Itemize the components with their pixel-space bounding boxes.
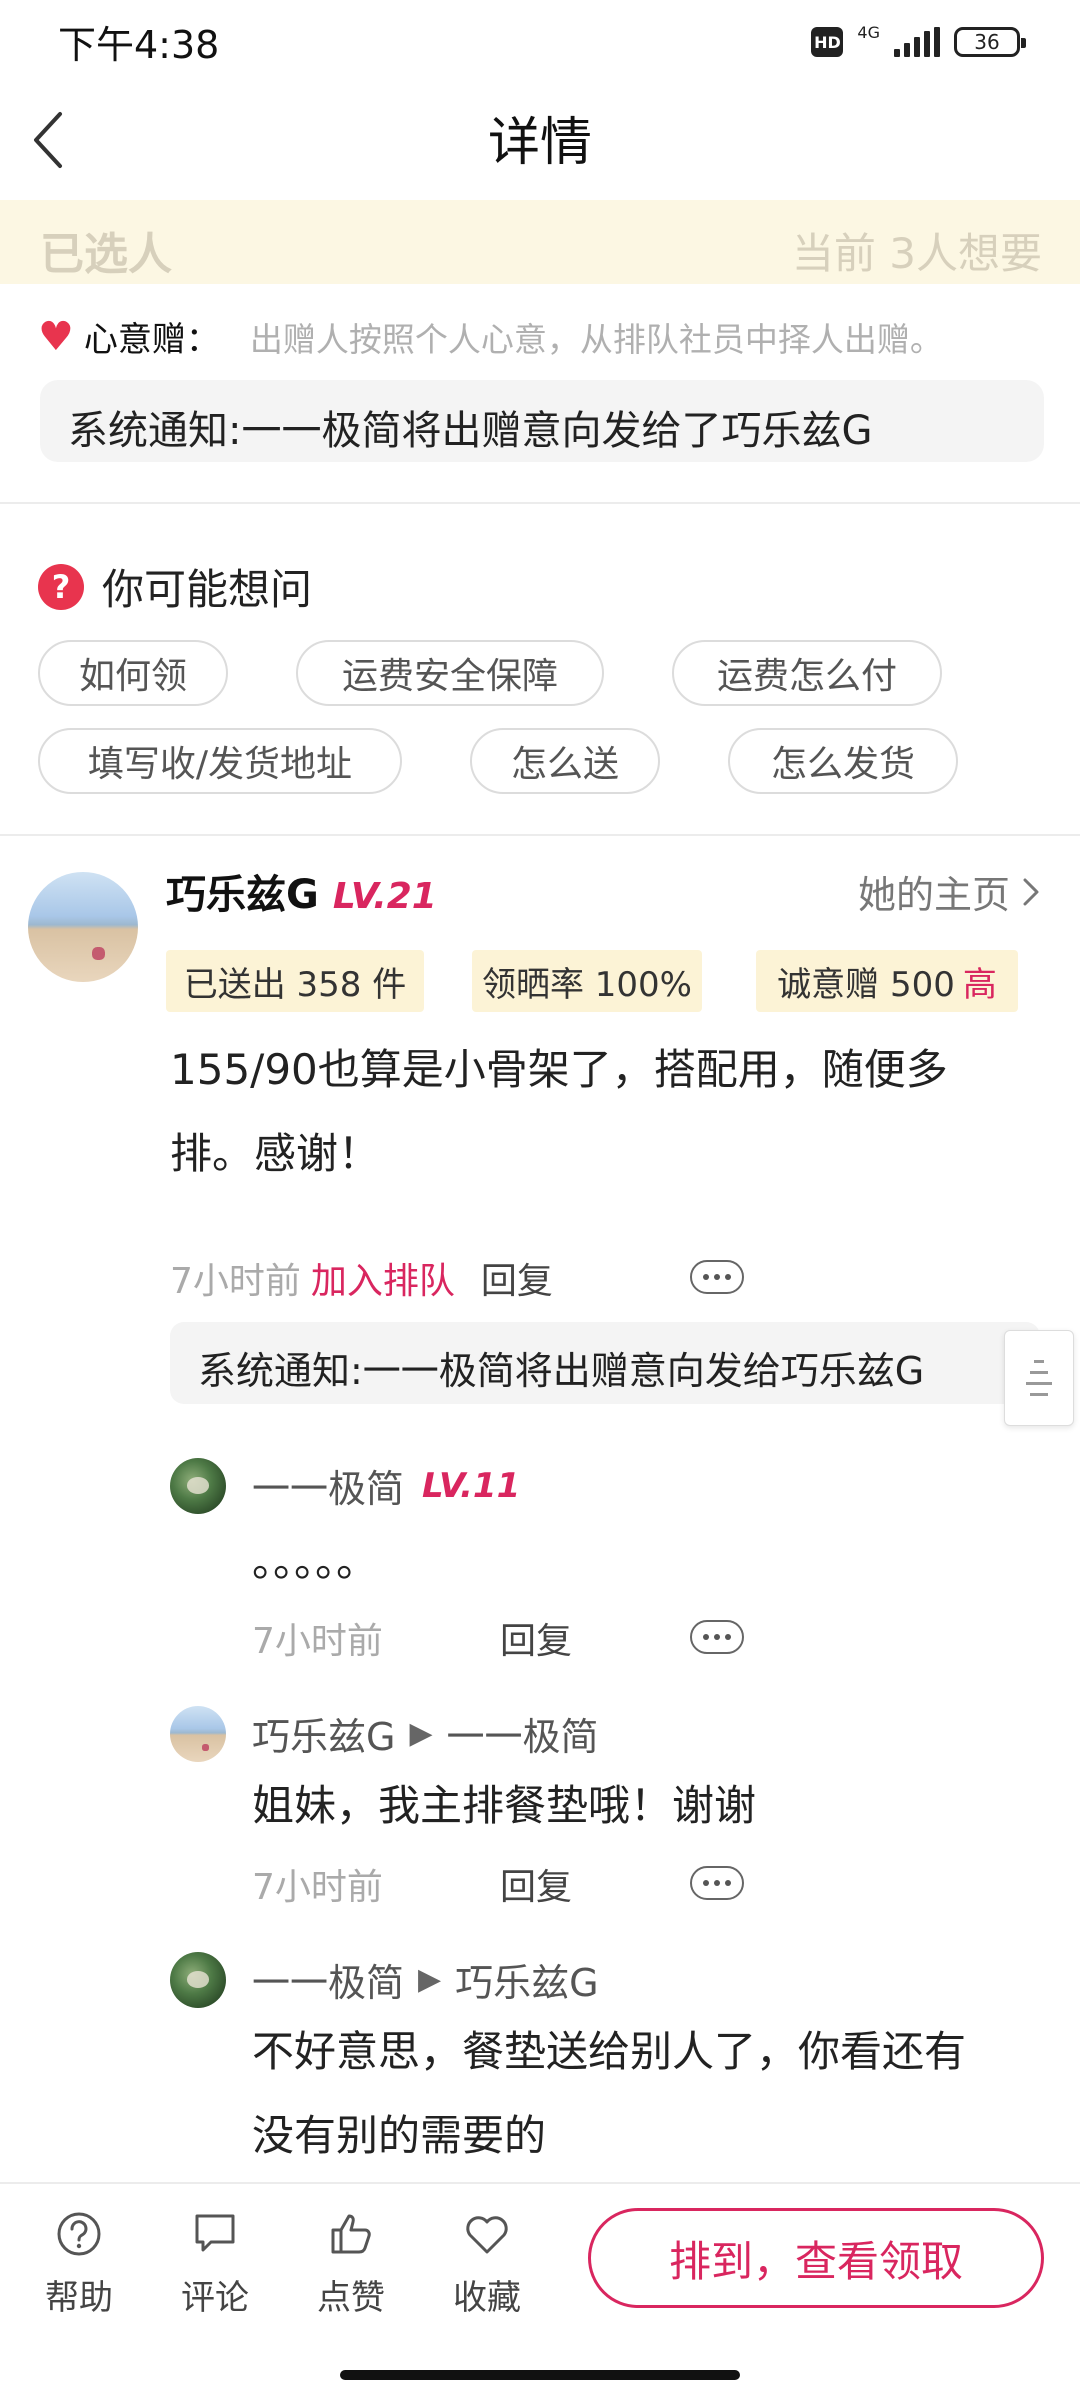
avatar[interactable] (170, 1458, 226, 1514)
reply-author-row: 一一极简 ▶ 巧乐兹G (252, 1952, 599, 2007)
system-notice: 系统通知:一一极简将出赠意向发给了巧乐兹G (40, 380, 1044, 462)
reply-author[interactable]: 一一极简 (252, 1458, 404, 1513)
hd-icon: HD (811, 27, 844, 57)
heart-outline-icon (466, 2216, 508, 2254)
faq-chip[interactable]: 怎么送 (470, 728, 660, 794)
stat-sincerity-label: 诚意赠 500 (777, 964, 955, 1005)
status-time: 下午4:38 (58, 23, 220, 67)
thumbs-up-icon (331, 2214, 371, 2254)
divider (0, 834, 1080, 836)
post-system-notice: 系统通知:一一极简将出赠意向发给巧乐兹G (170, 1322, 1040, 1404)
post-content-line: 155/90也算是小骨架了，搭配用，随便多 (170, 1045, 948, 1094)
reply-button-wrap: 回复 (500, 1858, 572, 1910)
faq-chip[interactable]: 怎么发货 (728, 728, 958, 794)
faq-chip[interactable]: 运费怎么付 (672, 640, 942, 706)
gift-type-description: 出赠人按照个人心意，从排队社员中择人出赠。 (249, 319, 943, 359)
user-level: LV.21 (332, 876, 437, 917)
comment-label: 评论 (181, 2278, 249, 2318)
help-icon (57, 2212, 101, 2256)
post-content: 155/90也算是小骨架了，搭配用，随便多 排。感谢！ (170, 1028, 1030, 1196)
reply-time: 7小时前 (252, 1867, 383, 1908)
more-icon[interactable] (690, 1620, 744, 1654)
faq-chip[interactable]: 填写收/发货地址 (38, 728, 402, 794)
faq-chip[interactable]: 如何领 (38, 640, 228, 706)
view-claim-button[interactable]: 排到，查看领取 (588, 2208, 1044, 2308)
reply-target[interactable]: 一一极简 (447, 1706, 599, 1761)
battery-icon: 36 (954, 27, 1026, 57)
chevron-right-icon (1023, 878, 1039, 905)
reply-author[interactable]: 一一极简 (252, 1952, 404, 2007)
join-queue-button[interactable]: 加入排队 (311, 1252, 455, 1304)
reply-to-arrow-icon: ▶ (418, 1962, 442, 1997)
reply-button[interactable]: 回复 (500, 1858, 572, 1910)
reply-author-row: 巧乐兹G ▶ 一一极简 (252, 1706, 599, 1761)
reply-content: 姐妹，我主排餐垫哦！谢谢 (252, 1781, 757, 1830)
reply-meta: 7小时前 (252, 1612, 383, 1664)
more-icon[interactable] (690, 1260, 744, 1294)
help-label: 帮助 (45, 2278, 113, 2318)
stat-sincerity-level: 高 (962, 964, 997, 1005)
comment-button[interactable]: 评论 (160, 2208, 270, 2319)
scroll-handle-icon[interactable] (1004, 1330, 1074, 1426)
network-type: 4G (857, 22, 880, 42)
avatar[interactable] (170, 1706, 226, 1762)
comment-icon (195, 2214, 235, 2252)
stat-rate: 领晒率 100% (472, 950, 702, 1012)
favorite-button[interactable]: 收藏 (432, 2208, 542, 2319)
reply-content-line: 不好意思，餐垫送给别人了，你看还有 (252, 2027, 967, 2076)
page-title: 详情 (487, 113, 592, 173)
heart-icon: ♥ (38, 313, 74, 360)
status-bar: 下午4:38 HD 4G 36 (0, 0, 1080, 80)
bottom-toolbar: 帮助 评论 点赞 收藏 排到，查看领取 (0, 2182, 1080, 2400)
post-meta: 7小时前 加入排队 回复 (170, 1252, 553, 1304)
faq-chip[interactable]: 运费安全保障 (296, 640, 604, 706)
reply-author-row: 一一极简 LV.11 (252, 1458, 520, 1513)
divider (0, 502, 1080, 504)
reply-content: 不好意思，餐垫送给别人了，你看还有 没有别的需要的 (252, 2010, 966, 2178)
avatar[interactable] (170, 1952, 226, 2008)
more-icon[interactable] (690, 1866, 744, 1900)
like-button[interactable]: 点赞 (296, 2208, 406, 2319)
selected-label: 已选人 (40, 229, 172, 280)
post-author-name: 巧乐兹G (166, 872, 319, 918)
reply-target[interactable]: 巧乐兹G (455, 1952, 598, 2007)
post-content-line: 排。感谢！ (170, 1129, 381, 1178)
reply-button-wrap: 回复 (500, 1612, 572, 1664)
post-time: 7小时前 (170, 1261, 301, 1302)
reply-time: 7小时前 (252, 1621, 383, 1662)
gift-type-row: ♥ 心意赠： 出赠人按照个人心意，从排队社员中择人出赠。 (38, 312, 943, 361)
wanting-count: 当前 3人想要 (791, 229, 1042, 278)
homepage-label: 她的主页 (857, 873, 1010, 917)
nav-bar: 详情 (0, 80, 1080, 200)
signal-icon (894, 27, 940, 57)
reply-content-line: 没有别的需要的 (252, 2111, 547, 2160)
reply-to-arrow-icon: ▶ (409, 1716, 433, 1751)
reply-author[interactable]: 巧乐兹G (252, 1706, 395, 1761)
avatar[interactable] (28, 872, 138, 982)
homepage-link[interactable]: 她的主页 (858, 864, 1040, 919)
home-indicator[interactable] (340, 2370, 740, 2380)
help-button[interactable]: 帮助 (24, 2208, 134, 2319)
status-icons: HD 4G 36 (811, 20, 1026, 64)
post-author[interactable]: 巧乐兹G LV.21 (166, 862, 437, 920)
gift-type-label: 心意赠： (83, 320, 220, 360)
user-level: LV.11 (422, 1465, 521, 1506)
reply-content: 。。。。。 (252, 1537, 379, 1586)
favorite-label: 收藏 (453, 2278, 521, 2318)
stat-sincerity: 诚意赠 500 高 (756, 950, 1018, 1012)
reply-button[interactable]: 回复 (481, 1252, 553, 1304)
question-icon: ? (38, 563, 84, 610)
reply-meta: 7小时前 (252, 1858, 383, 1910)
stat-sent: 已送出 358 件 (166, 950, 424, 1012)
reply-button[interactable]: 回复 (500, 1612, 572, 1664)
faq-header: ? 你可能想问 (38, 556, 312, 617)
selected-banner: 已选人 当前 3人想要 (0, 200, 1080, 284)
like-label: 点赞 (317, 2278, 385, 2318)
faq-title: 你可能想问 (102, 565, 313, 614)
